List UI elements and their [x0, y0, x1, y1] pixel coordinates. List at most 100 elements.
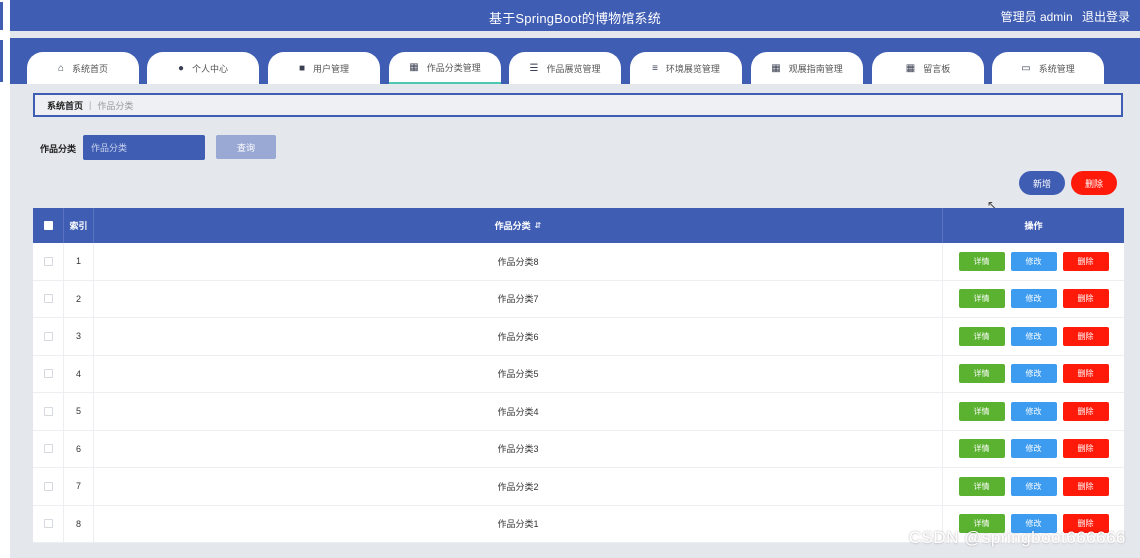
edit-button[interactable]: 修改 — [1010, 439, 1057, 459]
search-placeholder: 作品分类 — [91, 143, 128, 153]
sort-icon[interactable]: ⇵ — [535, 221, 542, 230]
user-icon: ● — [177, 62, 185, 74]
edit-button[interactable]: 修改 — [1010, 476, 1057, 496]
row-index: 2 — [63, 280, 93, 317]
table-row: 2 作品分类7 详情 修改 删除 — [33, 280, 1124, 318]
tab-label: 留言板 — [923, 63, 951, 74]
row-category-name: 作品分类5 — [93, 355, 942, 392]
row-select-cell — [33, 506, 63, 543]
delete-button[interactable]: 删除 — [1062, 326, 1109, 346]
edit-button[interactable]: 修改 — [1010, 401, 1057, 421]
row-checkbox[interactable] — [43, 369, 53, 379]
delete-button[interactable]: 删除 — [1062, 364, 1109, 384]
detail-button[interactable]: 详情 — [958, 439, 1005, 459]
row-select-cell — [33, 356, 63, 393]
table-header: 索引 作品分类 ⇵ 操作 — [33, 208, 1124, 243]
tab-artwork-exhibition[interactable]: ☰ 作品展览管理 — [509, 52, 621, 84]
header-index: 索引 — [63, 208, 93, 243]
table-row: 3 作品分类6 详情 修改 删除 — [33, 318, 1124, 356]
grid-icon: ▦ — [409, 61, 419, 73]
detail-button[interactable]: 详情 — [958, 364, 1005, 384]
table-row: 1 作品分类8 详情 修改 删除 — [33, 243, 1124, 281]
edit-button[interactable]: 修改 — [1010, 326, 1057, 346]
delete-button[interactable]: 删除 — [1062, 439, 1109, 459]
row-checkbox[interactable] — [43, 331, 53, 341]
chart-icon: ▭ — [1021, 62, 1031, 74]
edit-button[interactable]: 修改 — [1010, 251, 1057, 271]
detail-button[interactable]: 详情 — [958, 289, 1005, 309]
row-checkbox[interactable] — [43, 481, 53, 491]
detail-button[interactable]: 详情 — [958, 326, 1005, 346]
left-edge — [0, 0, 10, 558]
row-select-cell — [33, 281, 63, 318]
select-all-checkbox[interactable] — [43, 221, 53, 230]
row-category-name: 作品分类4 — [93, 393, 942, 430]
watermark: CSDN @springboot666666 — [908, 528, 1126, 547]
tab-personal-center[interactable]: ● 个人中心 — [147, 52, 259, 84]
row-index: 8 — [63, 505, 93, 542]
row-checkbox[interactable] — [43, 256, 53, 266]
row-actions: 详情 修改 删除 — [942, 393, 1124, 430]
add-button[interactable]: 新增 — [1019, 171, 1065, 195]
edit-button[interactable]: 修改 — [1010, 289, 1057, 309]
row-index: 7 — [63, 468, 93, 505]
search-label: 作品分类 — [40, 144, 77, 154]
row-index: 1 — [63, 243, 93, 280]
row-checkbox[interactable] — [43, 406, 53, 416]
tab-label: 观展指南管理 — [788, 63, 843, 74]
data-table: 索引 作品分类 ⇵ 操作 1 作品分类8 详情 修改 删除 2 作品分类7 详情 修改 删除 3 作品… — [33, 208, 1124, 543]
row-index: 5 — [63, 393, 93, 430]
delete-button[interactable]: 删除 — [1062, 289, 1109, 309]
table-row: 4 作品分类5 详情 修改 删除 — [33, 355, 1124, 393]
grid-icon: ▦ — [771, 62, 781, 74]
header-name-label: 作品分类 — [494, 221, 531, 231]
row-checkbox[interactable] — [43, 444, 53, 454]
row-category-name: 作品分类7 — [93, 280, 942, 317]
delete-button[interactable]: 删除 — [1062, 401, 1109, 421]
search-input[interactable]: 作品分类 — [83, 135, 205, 160]
app-title: 基于SpringBoot的博物馆系统 — [489, 11, 661, 26]
tab-message-board[interactable]: ▦ 留言板 — [872, 52, 984, 84]
row-select-cell — [33, 431, 63, 468]
tab-label: 作品分类管理 — [426, 62, 481, 73]
tab-home[interactable]: ⌂ 系统首页 — [27, 52, 139, 84]
row-select-cell — [33, 243, 63, 280]
home-icon: ⌂ — [57, 62, 65, 74]
search-button[interactable]: 查询 — [216, 135, 276, 159]
tab-label: 作品展览管理 — [546, 63, 601, 74]
row-checkbox[interactable] — [43, 294, 53, 304]
user-area: 管理员 admin 退出登录 — [995, 8, 1130, 25]
bulk-delete-button[interactable]: 删除 — [1071, 171, 1117, 195]
tab-visit-guide[interactable]: ▦ 观展指南管理 — [751, 52, 863, 84]
header-name[interactable]: 作品分类 ⇵ — [93, 208, 942, 243]
select-all-cell — [33, 208, 63, 243]
page: 基于SpringBoot的博物馆系统 管理员 admin 退出登录 ⌂ 系统首页… — [10, 0, 1140, 558]
row-index: 6 — [63, 430, 93, 467]
tab-label: 个人中心 — [192, 63, 229, 74]
nav-bar: ⌂ 系统首页 ● 个人中心 ■ 用户管理 ▦ 作品分类管理 ☰ 作品展览管理 ≡… — [10, 38, 1140, 84]
user-label: 管理员 admin — [1000, 10, 1073, 24]
tab-system-management[interactable]: ▭ 系统管理 — [992, 52, 1104, 84]
tab-environment-exhibition[interactable]: ≡ 环境展览管理 — [630, 52, 742, 84]
logout-link[interactable]: 退出登录 — [1082, 10, 1130, 24]
detail-button[interactable]: 详情 — [958, 251, 1005, 271]
delete-button[interactable]: 删除 — [1062, 476, 1109, 496]
edit-button[interactable]: 修改 — [1010, 364, 1057, 384]
row-checkbox[interactable] — [43, 519, 53, 529]
table-row: 5 作品分类4 详情 修改 删除 — [33, 393, 1124, 431]
breadcrumb-current: 作品分类 — [97, 100, 134, 111]
row-actions: 详情 修改 删除 — [942, 243, 1124, 280]
breadcrumb-home[interactable]: 系统首页 — [47, 99, 83, 112]
row-select-cell — [33, 468, 63, 505]
delete-button[interactable]: 删除 — [1062, 251, 1109, 271]
top-header: 基于SpringBoot的博物馆系统 管理员 admin 退出登录 — [10, 0, 1140, 31]
row-select-cell — [33, 318, 63, 355]
tab-artwork-category[interactable]: ▦ 作品分类管理 — [389, 52, 501, 84]
row-category-name: 作品分类6 — [93, 318, 942, 355]
grid-icon: ▦ — [905, 62, 916, 74]
tab-label: 环境展览管理 — [665, 63, 720, 74]
detail-button[interactable]: 详情 — [958, 476, 1005, 496]
row-actions: 详情 修改 删除 — [942, 280, 1124, 317]
tab-user-management[interactable]: ■ 用户管理 — [268, 52, 380, 84]
detail-button[interactable]: 详情 — [958, 401, 1005, 421]
